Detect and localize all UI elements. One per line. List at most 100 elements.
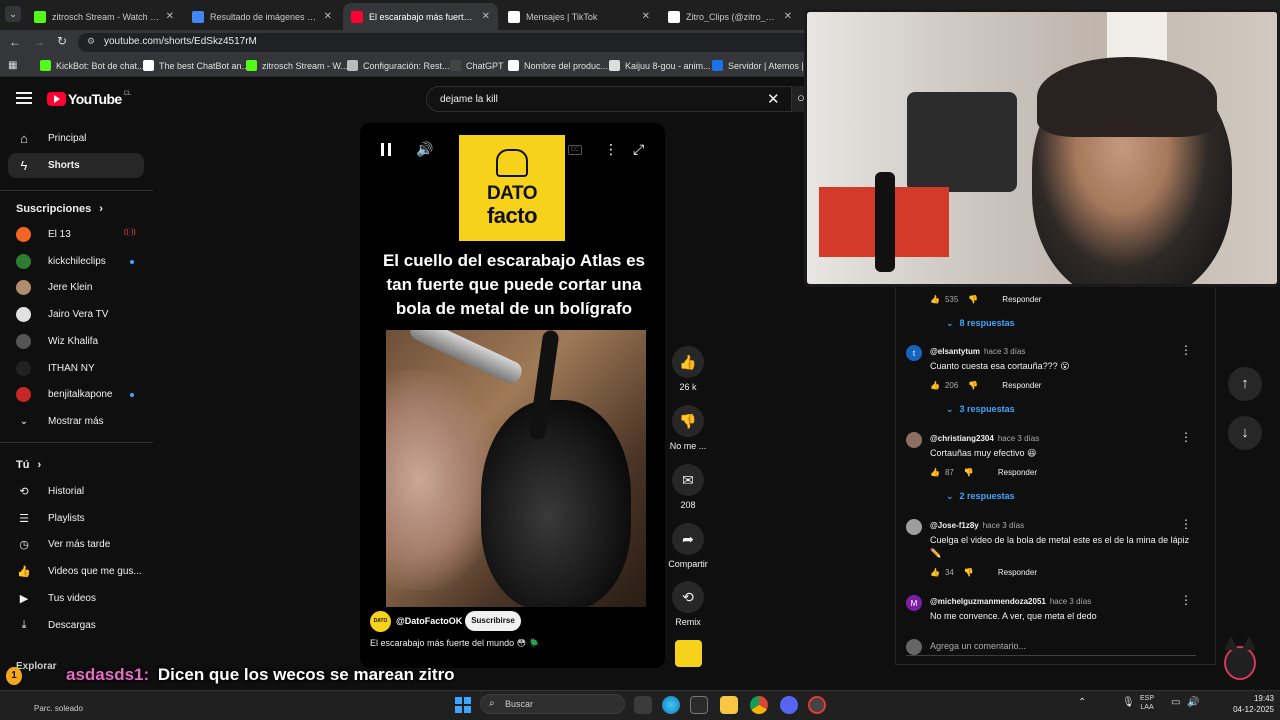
subscriptions-heading[interactable]: Suscripciones › bbox=[16, 203, 103, 215]
reply-button[interactable]: Responder bbox=[1002, 295, 1041, 304]
reply-button[interactable]: Responder bbox=[998, 568, 1037, 577]
thumbs-down-icon[interactable]: 👎 bbox=[964, 468, 974, 477]
chrome-icon[interactable] bbox=[750, 696, 768, 714]
sidebar-item-principal[interactable]: ⌂ Principal bbox=[8, 126, 144, 151]
back-icon[interactable]: ← bbox=[9, 35, 21, 49]
sidebar-item-like[interactable]: 👍 Videos que me gus... bbox=[8, 559, 144, 584]
comment-avatar[interactable]: M bbox=[906, 595, 922, 611]
bookmark-item[interactable]: The best ChatBot an... bbox=[143, 60, 249, 71]
remix-button[interactable]: ⟲ bbox=[672, 581, 704, 613]
bookmark-item[interactable]: Servidor | Atemos |... bbox=[712, 60, 811, 71]
sidebar-item-download[interactable]: ⤓ Descargas bbox=[8, 613, 144, 638]
bookmark-item[interactable]: ChatGPT bbox=[450, 60, 504, 71]
add-comment-input[interactable]: Agrega un comentario... bbox=[930, 641, 1026, 651]
subscription-item[interactable]: ITHAN NY bbox=[8, 356, 144, 381]
shorts-player[interactable]: DATO facto 🔊 CC ⋮ ⤢ El cuello del escara… bbox=[360, 123, 665, 668]
channel-handle[interactable]: @DatoFactoOK bbox=[396, 616, 462, 626]
sidebar-item-history[interactable]: ⟲ Historial bbox=[8, 479, 144, 504]
forward-icon[interactable]: → bbox=[33, 35, 45, 49]
subscription-item[interactable]: Jere Klein bbox=[8, 275, 144, 300]
search-input[interactable]: dejame la kill bbox=[440, 94, 498, 105]
comment-avatar[interactable] bbox=[906, 432, 922, 448]
youtube-logo[interactable]: YouTube CL bbox=[47, 91, 131, 107]
edge-icon[interactable] bbox=[662, 696, 680, 714]
taskbar-search-input[interactable]: Buscar bbox=[505, 699, 533, 709]
comment-menu-icon[interactable]: ⋮ bbox=[1180, 517, 1192, 531]
subscribe-button[interactable]: Suscribirse bbox=[465, 611, 521, 631]
task-view-icon[interactable] bbox=[634, 696, 652, 714]
share-button[interactable]: ➦ bbox=[672, 523, 704, 555]
subscription-item[interactable]: benjitalkapone bbox=[8, 382, 144, 407]
view-replies-button[interactable]: ⌄ 3 respuestas bbox=[946, 404, 1015, 415]
comment-author[interactable]: @elsantytum hace 3 días bbox=[930, 347, 1025, 356]
bookmark-item[interactable]: KickBot: Bot de chat... bbox=[40, 60, 145, 71]
tab-close-icon[interactable]: ✕ bbox=[642, 11, 650, 22]
view-replies-button[interactable]: ⌄ 2 respuestas bbox=[946, 491, 1015, 502]
tab-close-icon[interactable]: ✕ bbox=[482, 11, 490, 22]
more-options-icon[interactable]: ⋮ bbox=[604, 141, 618, 158]
bookmark-item[interactable]: Nombre del produc... bbox=[508, 60, 608, 71]
mic-icon[interactable]: 🎙 bbox=[1122, 697, 1135, 708]
thumbs-down-icon[interactable]: 👎 bbox=[964, 568, 974, 577]
you-heading[interactable]: Tú › bbox=[16, 459, 41, 471]
reply-button[interactable]: Responder bbox=[1002, 381, 1041, 390]
discord-icon[interactable] bbox=[780, 696, 798, 714]
view-replies-button[interactable]: ⌄ 8 respuestas bbox=[946, 318, 1015, 329]
bookmark-item[interactable]: Configuración: Rest... bbox=[347, 60, 450, 71]
browser-tab[interactable]: Mensajes | TikTok ✕ bbox=[500, 3, 658, 30]
sidebar-item-watch-later[interactable]: ◷ Ver más tarde bbox=[8, 532, 144, 557]
add-comment-row[interactable]: Agrega un comentario... bbox=[906, 638, 1196, 656]
subscription-item[interactable]: Jairo Vera TV bbox=[8, 302, 144, 327]
subscription-item[interactable]: Wiz Khalifa bbox=[8, 329, 144, 354]
captions-icon[interactable]: CC bbox=[568, 145, 582, 155]
comment-menu-icon[interactable]: ⋮ bbox=[1180, 593, 1192, 607]
subscription-item[interactable]: kickchileclips bbox=[8, 249, 144, 274]
sound-thumbnail[interactable] bbox=[675, 640, 702, 667]
comment-avatar[interactable]: t bbox=[906, 345, 922, 361]
pause-icon[interactable] bbox=[380, 143, 392, 157]
channel-avatar[interactable]: DATO bbox=[370, 611, 391, 632]
site-info-icon[interactable]: ⚙ bbox=[87, 36, 95, 47]
search-box[interactable]: dejame la kill ✕ bbox=[426, 86, 792, 112]
bookmark-item[interactable]: Kaijuu 8-gou - anim... bbox=[609, 60, 711, 71]
clear-search-icon[interactable]: ✕ bbox=[767, 90, 780, 108]
tray-chevron-icon[interactable]: ⌃ bbox=[1078, 697, 1086, 708]
file-explorer-icon[interactable] bbox=[720, 696, 738, 714]
thumbs-down-icon[interactable]: 👎 bbox=[968, 381, 978, 390]
tab-list-chevron-icon[interactable]: ⌄ bbox=[5, 6, 21, 22]
thumbs-up-icon[interactable]: 👍 bbox=[930, 568, 940, 577]
show-more-button[interactable]: ⌄ Mostrar más bbox=[8, 409, 144, 434]
language-indicator[interactable]: ESP LAA bbox=[1140, 694, 1154, 712]
network-icon[interactable]: ▭ bbox=[1171, 697, 1180, 708]
browser-tab[interactable]: Resultado de imágenes de Goo ✕ bbox=[184, 3, 340, 30]
sidebar-item-playlist[interactable]: ☰ Playlists bbox=[8, 506, 144, 531]
browser-tab[interactable]: zitrosch Stream - Watch Live on ✕ bbox=[26, 3, 182, 30]
like-button[interactable]: 👍 bbox=[672, 346, 704, 378]
comment-author[interactable]: @christiang2304 hace 3 días bbox=[930, 434, 1039, 443]
comments-button[interactable]: ✉ bbox=[672, 464, 704, 496]
comment-author[interactable]: @michelguzmanmendoza2051 hace 3 días bbox=[930, 597, 1091, 606]
epic-games-icon[interactable] bbox=[690, 696, 708, 714]
tab-close-icon[interactable]: ✕ bbox=[166, 11, 174, 22]
comment-menu-icon[interactable]: ⋮ bbox=[1180, 343, 1192, 357]
browser-tab[interactable]: El escarabajo más fuerte de ✕ bbox=[343, 3, 498, 30]
taskbar-search[interactable]: ⌕ Buscar bbox=[480, 694, 625, 714]
bookmark-item[interactable]: zitrosch Stream - W... bbox=[246, 60, 348, 71]
next-short-button[interactable]: ↓ bbox=[1228, 416, 1262, 450]
address-bar[interactable]: ⚙ youtube.com/shorts/EdSkz4517rM bbox=[78, 33, 818, 52]
subscription-item[interactable]: El 13 ((·)) bbox=[8, 222, 144, 247]
thumbs-up-icon[interactable]: 👍 bbox=[930, 468, 940, 477]
hamburger-menu-icon[interactable] bbox=[16, 92, 32, 105]
start-button[interactable] bbox=[455, 697, 471, 713]
reload-icon[interactable]: ↻ bbox=[57, 34, 67, 48]
comment-menu-icon[interactable]: ⋮ bbox=[1180, 430, 1192, 444]
comment-author[interactable]: @Jose-f1z8y hace 3 días bbox=[930, 521, 1024, 530]
browser-tab[interactable]: Zitro_Clips (@zitro_clips) | TikTo ✕ bbox=[660, 3, 800, 30]
volume-tray-icon[interactable]: 🔊 bbox=[1187, 697, 1199, 708]
comment-avatar[interactable] bbox=[906, 519, 922, 535]
sidebar-item-your-videos[interactable]: ▶ Tus videos bbox=[8, 586, 144, 611]
thumbs-up-icon[interactable]: 👍 bbox=[930, 381, 940, 390]
clock[interactable]: 19:43 04-12-2025 bbox=[1218, 693, 1274, 715]
tab-close-icon[interactable]: ✕ bbox=[784, 11, 792, 22]
tab-close-icon[interactable]: ✕ bbox=[324, 11, 332, 22]
